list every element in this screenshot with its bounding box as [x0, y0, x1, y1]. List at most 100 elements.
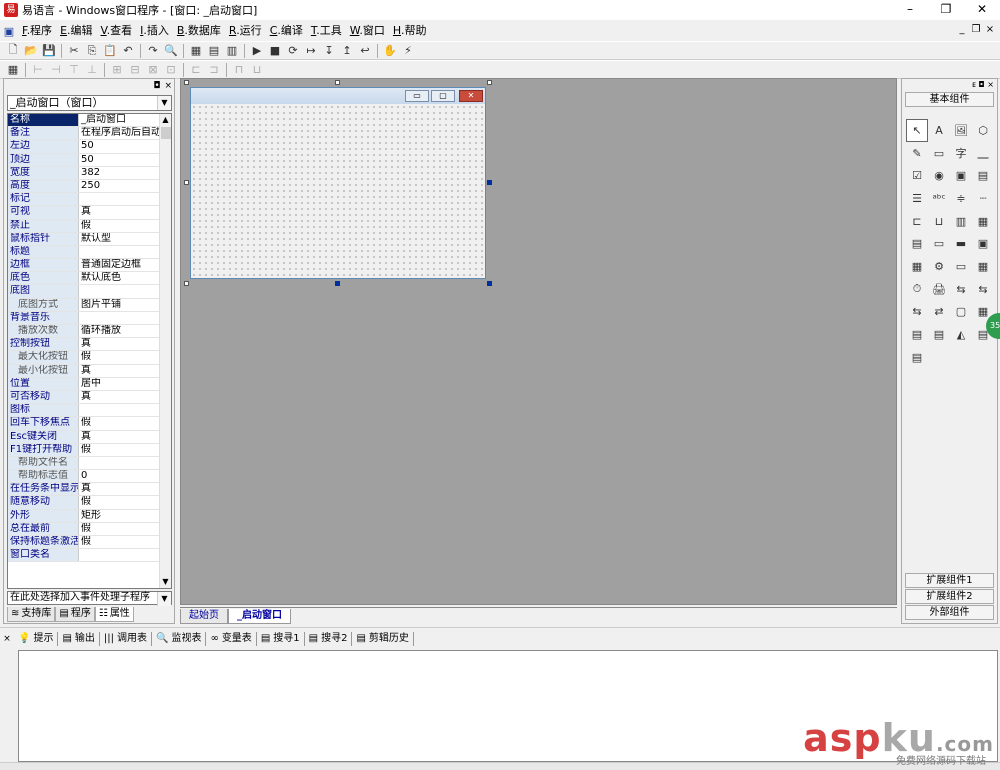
property-row[interactable]: 底色 默认底色: [8, 272, 161, 286]
toolbar-button-icon[interactable]: ▶: [248, 43, 266, 59]
property-value[interactable]: 在程序启动后自动: [78, 127, 161, 140]
property-value[interactable]: 0: [78, 470, 161, 483]
component-icon[interactable]: ▢: [950, 301, 972, 324]
component-icon[interactable]: 字: [950, 142, 972, 165]
property-value[interactable]: 假: [78, 443, 161, 456]
toolbar-button-icon[interactable]: ✂: [65, 43, 83, 59]
toolbar-button-icon[interactable]: ⊔: [248, 62, 266, 78]
chevron-down-icon[interactable]: ▼: [157, 96, 171, 110]
toolbar-button-icon[interactable]: ▥: [223, 43, 241, 59]
component-icon[interactable]: ◭: [950, 323, 972, 346]
toolbar-button-icon[interactable]: 💾: [40, 43, 58, 59]
property-value[interactable]: 真: [78, 430, 161, 443]
property-row[interactable]: 播放次数 循环播放: [8, 325, 161, 339]
property-value[interactable]: 假: [78, 219, 161, 232]
property-row[interactable]: 最小化按钮真: [8, 364, 161, 378]
property-value[interactable]: 50: [78, 153, 161, 166]
component-icon[interactable]: ⇄: [928, 301, 950, 324]
component-icon[interactable]: ▦: [972, 255, 994, 278]
property-value[interactable]: [78, 285, 161, 298]
toolbar-button-icon[interactable]: ▦: [4, 62, 22, 78]
property-row[interactable]: 可视真: [8, 206, 161, 220]
component-icon[interactable]: ᵃᵇᶜ: [928, 187, 950, 210]
property-value[interactable]: _启动窗口: [78, 114, 161, 127]
component-icon[interactable]: ▤: [906, 323, 928, 346]
component-icon[interactable]: ☰: [906, 187, 928, 210]
toolbar-button-icon[interactable]: 🔍: [162, 43, 180, 59]
property-value[interactable]: 真: [78, 483, 161, 496]
property-value[interactable]: 真: [78, 364, 161, 377]
property-row[interactable]: 标题: [8, 245, 161, 260]
component-icon[interactable]: ⎽: [972, 142, 994, 165]
panel-pin-icon[interactable]: ◘: [153, 81, 160, 91]
property-row[interactable]: 边框 普通固定边框: [8, 259, 161, 273]
property-row[interactable]: 图标: [8, 404, 161, 418]
property-value[interactable]: 真: [78, 206, 161, 219]
property-value[interactable]: 假: [78, 536, 161, 549]
property-value[interactable]: 假: [78, 417, 161, 430]
category-button[interactable]: 外部组件: [905, 605, 994, 620]
toolbar-button-icon[interactable]: 📂: [22, 43, 40, 59]
component-icon[interactable]: ⊏: [906, 210, 928, 233]
close-button[interactable]: ✕: [964, 0, 1000, 18]
component-icon[interactable]: ⊔: [928, 210, 950, 233]
component-icon[interactable]: ▥: [950, 210, 972, 233]
property-row[interactable]: 名称 _启动窗口: [8, 114, 161, 128]
output-tab[interactable]: ∞ 变量表: [206, 631, 257, 646]
property-value[interactable]: [78, 456, 161, 470]
toolbar-button-icon[interactable]: ⊢: [29, 62, 47, 78]
property-value[interactable]: 矩形: [78, 509, 161, 522]
component-icon[interactable]: A: [928, 119, 950, 142]
property-row[interactable]: 总在最前假: [8, 522, 161, 536]
resize-handle[interactable]: [184, 180, 189, 185]
toolbar-button-icon[interactable]: ⊐: [205, 62, 223, 78]
property-value[interactable]: 假: [78, 522, 161, 535]
menu-item[interactable]: I.插入: [136, 21, 173, 41]
property-row[interactable]: 可否移动真: [8, 390, 161, 405]
toolbar-button-icon[interactable]: ⚡: [399, 43, 417, 59]
component-icon[interactable]: ▤: [906, 232, 928, 255]
menu-item[interactable]: W.窗口: [346, 21, 389, 41]
property-row[interactable]: 在任务条中显示真: [8, 483, 161, 497]
component-icon[interactable]: ▭: [928, 142, 950, 165]
form-client-area[interactable]: [191, 104, 485, 278]
minimize-button[interactable]: –: [892, 0, 928, 18]
property-row[interactable]: 帮助标志值 0: [8, 470, 161, 484]
resize-handle[interactable]: [184, 281, 189, 286]
output-tab[interactable]: 🔍 监视表: [152, 631, 207, 646]
property-row[interactable]: 帮助文件名: [8, 456, 161, 471]
panel-close-icon[interactable]: ×: [0, 634, 14, 644]
component-icon[interactable]: ⬡: [972, 119, 994, 142]
property-row[interactable]: 顶边 50: [8, 153, 161, 167]
toolbar-button-icon[interactable]: ⊥: [83, 62, 101, 78]
property-value[interactable]: [78, 311, 161, 324]
component-icon[interactable]: ⏱: [906, 278, 928, 301]
menu-item[interactable]: V.查看: [97, 21, 137, 41]
property-value[interactable]: 默认型: [78, 232, 161, 245]
menu-item[interactable]: C.编译: [266, 21, 307, 41]
menu-item[interactable]: E.编辑: [56, 21, 96, 41]
resize-handle[interactable]: [335, 80, 340, 85]
component-icon[interactable]: ▣: [950, 164, 972, 187]
property-value[interactable]: [78, 404, 161, 417]
property-value[interactable]: 382: [78, 166, 161, 179]
output-tab[interactable]: ▤ 输出: [58, 631, 100, 646]
component-icon[interactable]: ☑: [906, 164, 928, 187]
component-icon[interactable]: ⚙: [928, 255, 950, 278]
toolbar-button-icon[interactable]: ↥: [338, 43, 356, 59]
component-icon[interactable]: ⇆: [972, 278, 994, 301]
toolbar-button-icon[interactable]: ✋: [381, 43, 399, 59]
component-icon[interactable]: ✎: [906, 142, 928, 165]
resize-handle[interactable]: [487, 281, 492, 286]
toolbar-button-icon[interactable]: ⊤: [65, 62, 83, 78]
mdi-close-button[interactable]: ×: [984, 23, 996, 37]
property-row[interactable]: 外形 矩形: [8, 509, 161, 523]
property-row[interactable]: 窗口类名: [8, 549, 161, 563]
property-scrollbar[interactable]: ▲ ▼: [159, 114, 171, 588]
property-row[interactable]: 位置 居中: [8, 377, 161, 391]
resize-handle[interactable]: [487, 80, 492, 85]
output-tab[interactable]: ▤ 搜寻1: [257, 631, 305, 646]
chevron-down-icon[interactable]: ▼: [157, 592, 171, 606]
menu-item[interactable]: B.数据库: [173, 21, 225, 41]
component-icon[interactable]: ≑: [950, 187, 972, 210]
